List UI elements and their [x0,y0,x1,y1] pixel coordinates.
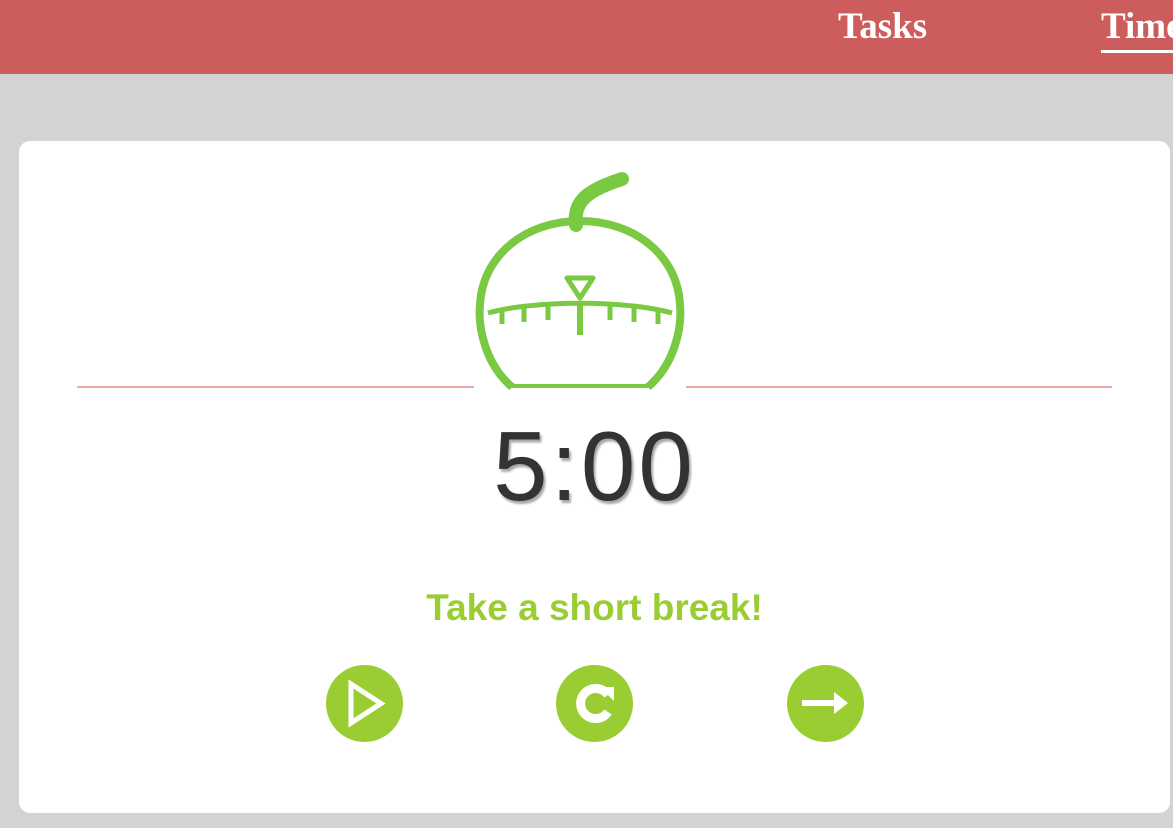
time-display: 5:00 [493,411,696,521]
nav-link-tasks[interactable]: Tasks [838,5,927,48]
pomodoro-timer-icon [474,165,686,391]
break-message: Take a short break! [426,587,763,628]
timer-card: 5:00 Take a short break! [19,141,1170,813]
top-navbar: Tasks Timer [0,0,1173,74]
play-button[interactable] [326,665,403,742]
skip-button[interactable] [787,665,864,742]
reset-button[interactable] [556,665,633,742]
play-icon [348,679,386,728]
nav-link-timer[interactable]: Timer [1101,5,1173,53]
reset-icon [576,684,614,723]
skip-arrow-icon [802,692,848,714]
